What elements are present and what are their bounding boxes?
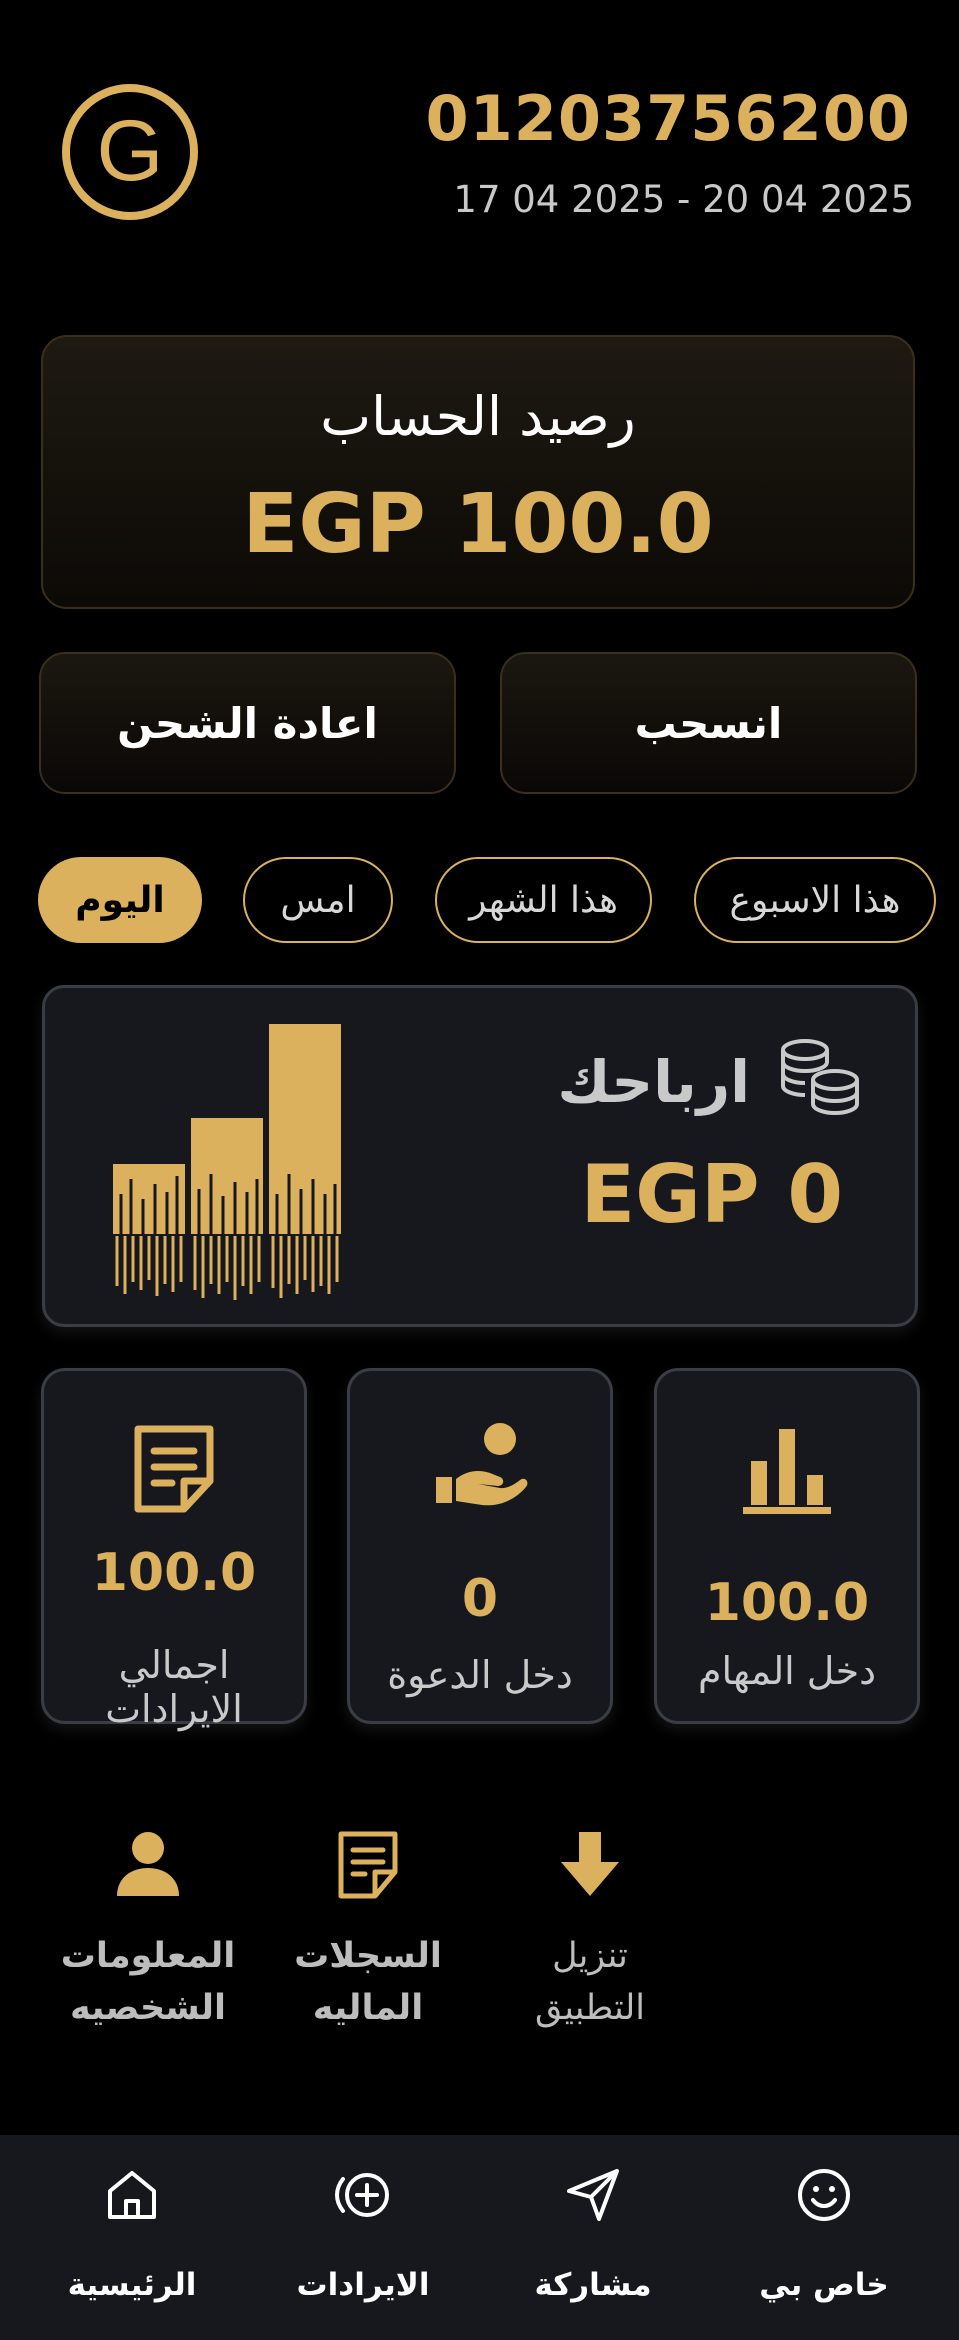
send-icon <box>567 2169 619 2221</box>
profits-amount: EGP 0 <box>580 1148 843 1241</box>
nav-label-mine: خاص بي <box>759 2267 889 2303</box>
smiley-icon <box>798 2169 850 2221</box>
date-range: 17 04 2025 - 20 04 2025 <box>453 178 914 221</box>
balance-amount: EGP 100.0 <box>242 477 714 572</box>
financial-records-link[interactable]: السجلات الماليه <box>268 1830 468 2034</box>
withdraw-button[interactable]: انسحب <box>500 652 917 794</box>
home-icon <box>108 2171 156 2219</box>
user-icon <box>117 1832 179 1896</box>
document-icon <box>338 1831 398 1899</box>
download-app-link[interactable]: تنزيل التطبيق <box>490 1830 690 2034</box>
nav-label-home: الرئيسية <box>67 2267 197 2303</box>
balance-title: رصيد الحساب <box>320 385 636 448</box>
nav-item-share[interactable]: مشاركة <box>493 2135 693 2340</box>
nav-item-mine[interactable]: خاص بي <box>724 2135 924 2340</box>
personal-info-link[interactable]: المعلومات الشخصيه <box>48 1830 248 2034</box>
bar-chart-icon <box>743 1429 831 1514</box>
stat-value: 0 <box>461 1569 499 1629</box>
stat-total-revenue: 100.0 اجمالي الايرادات <box>41 1368 307 1731</box>
stat-label: اجمالي الايرادات <box>105 1643 243 1731</box>
coins-icon <box>781 1039 859 1115</box>
balance-card: رصيد الحساب EGP 100.0 <box>41 335 915 609</box>
profits-label: ارباحك <box>557 1048 750 1116</box>
profits-card: ارباحك EGP 0 <box>42 985 918 1327</box>
phone-number: 01203756200 <box>425 82 911 155</box>
nav-item-home[interactable]: الرئيسية <box>32 2135 232 2340</box>
personal-info-label: المعلومات الشخصيه <box>60 1936 236 2028</box>
download-icon <box>561 1832 619 1896</box>
g-logo-icon: G <box>62 84 198 220</box>
add-coin-icon <box>335 2173 389 2217</box>
document-icon <box>134 1425 214 1513</box>
chip-yesterday[interactable]: امس <box>243 857 393 943</box>
stat-task-income: 100.0 دخل المهام <box>654 1368 920 1724</box>
chip-this-week[interactable]: هذا الاسبوع <box>694 857 936 943</box>
nav-label-revenue: الايرادات <box>296 2267 430 2303</box>
stat-value: 100.0 <box>91 1543 257 1603</box>
stat-label: دخل المهام <box>698 1649 876 1693</box>
financial-records-label: السجلات الماليه <box>294 1936 442 2028</box>
bottom-nav: خاص بي مشاركة الايرادات الرئيسية <box>0 2135 959 2340</box>
nav-item-revenue[interactable]: الايرادات <box>263 2135 463 2340</box>
stat-value: 100.0 <box>704 1573 870 1633</box>
recharge-button[interactable]: اعادة الشحن <box>39 652 456 794</box>
nav-label-share: مشاركة <box>534 2267 652 2303</box>
stat-label: دخل الدعوة <box>387 1653 573 1697</box>
hand-coin-icon <box>436 1423 528 1506</box>
stat-invite-income: 0 دخل الدعوة <box>347 1368 613 1724</box>
chip-this-month[interactable]: هذا الشهر <box>435 857 652 943</box>
svg-text:G: G <box>97 103 164 199</box>
bar-chart-illustration <box>113 1024 341 1300</box>
download-app-label: تنزيل التطبيق <box>535 1936 645 2028</box>
chip-today[interactable]: اليوم <box>38 857 202 943</box>
